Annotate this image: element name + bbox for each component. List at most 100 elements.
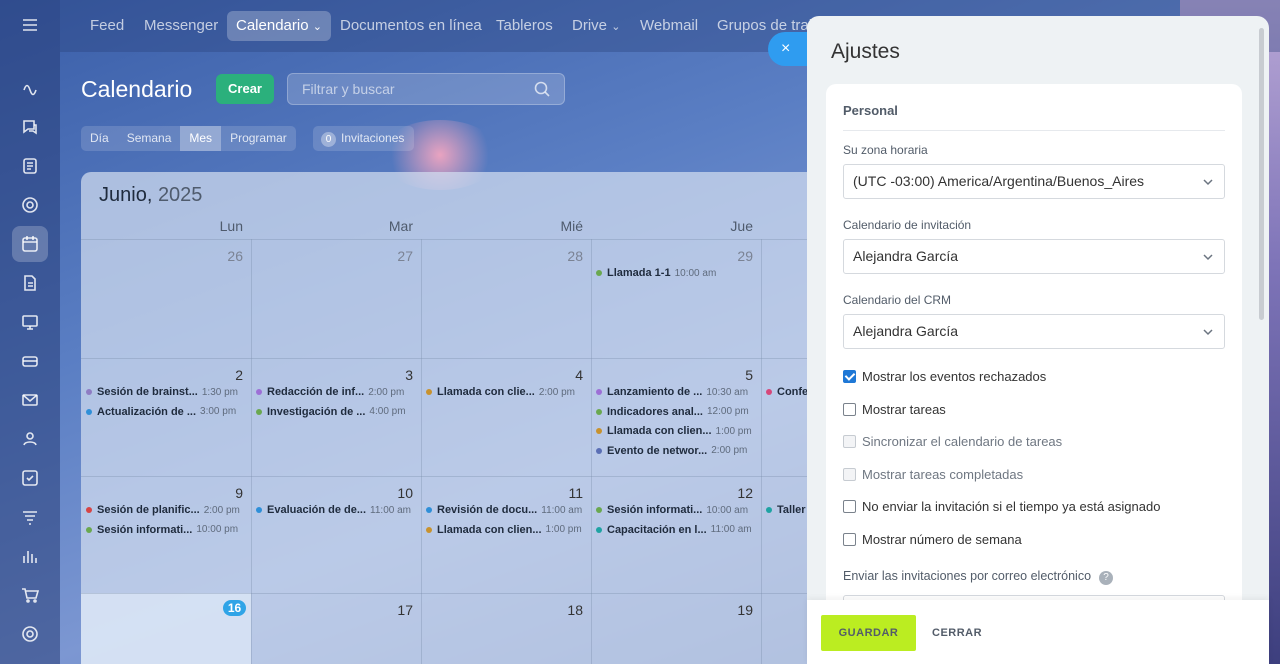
calendar-event[interactable]: Sesión de planific... 2:00 pm — [86, 502, 249, 518]
calendar-date[interactable]: 19 — [723, 602, 753, 618]
timezone-select[interactable]: (UTC -03:00) America/Argentina/Buenos_Ai… — [843, 164, 1225, 199]
settings-card: Personal Su zona horaria (UTC -03:00) Am… — [826, 84, 1242, 624]
event-title: Llamada con clie... — [437, 386, 535, 398]
automation-icon[interactable] — [12, 499, 48, 535]
close-panel-button[interactable]: × — [768, 32, 808, 66]
checkbox[interactable] — [843, 467, 856, 481]
feed-icon[interactable] — [12, 148, 48, 184]
calendar-date[interactable]: 17 — [383, 602, 413, 618]
setting-checkbox-row[interactable]: Sincronizar el calendario de tareas — [843, 434, 1062, 449]
panel-scrollbar[interactable] — [1259, 28, 1264, 320]
checkbox-label: Mostrar número de semana — [862, 531, 1022, 547]
calendar-event[interactable]: Llamada 1-1 10:00 am — [596, 265, 759, 281]
reports-icon[interactable] — [12, 538, 48, 574]
save-button[interactable]: GUARDAR — [821, 615, 916, 651]
calendar-event[interactable]: Capacitación en l... 11:00 am — [596, 522, 759, 538]
event-color-dot — [596, 270, 602, 276]
calendar-date[interactable]: 26 — [213, 248, 243, 264]
event-title: Sesión informati... — [607, 504, 703, 516]
calendar-date[interactable]: 28 — [553, 248, 583, 264]
setting-checkbox-row[interactable]: Mostrar tareas — [843, 402, 946, 417]
calendar-date[interactable]: 5 — [723, 367, 753, 383]
event-title: Indicadores anal... — [607, 405, 703, 418]
invitations-button[interactable]: 0 Invitaciones — [313, 126, 415, 151]
mail-icon[interactable] — [12, 382, 48, 418]
calendar-date[interactable]: 18 — [553, 602, 583, 618]
calendar-event[interactable]: Llamada con clien... 1:00 pm — [426, 522, 589, 538]
setting-checkbox-row[interactable]: Mostrar tareas completadas — [843, 467, 1023, 482]
calendar-event[interactable]: Sesión de brainst... 1:30 pm — [86, 384, 249, 400]
setting-checkbox-row[interactable]: Mostrar número de semana — [843, 532, 1022, 547]
nav-item-drive[interactable]: Drive ⌄ — [563, 11, 629, 41]
settings-icon[interactable] — [12, 616, 48, 652]
tasks-icon[interactable] — [12, 460, 48, 496]
calendar-date[interactable]: 27 — [383, 248, 413, 264]
chat-icon[interactable] — [12, 109, 48, 145]
help-icon[interactable]: ? — [1099, 571, 1114, 585]
tab-mes[interactable]: Mes — [180, 126, 222, 151]
checkbox[interactable] — [843, 402, 856, 416]
cancel-button[interactable]: CERRAR — [932, 615, 982, 651]
shop-icon[interactable] — [12, 577, 48, 613]
projects-icon[interactable] — [12, 187, 48, 223]
calendar-event[interactable]: Sesión informati... 10:00 pm — [86, 522, 249, 538]
nav-item-feed[interactable]: Feed — [81, 11, 133, 41]
calendar-event[interactable]: Investigación de ... 4:00 pm — [256, 404, 419, 420]
calendar-event[interactable]: Evento de networ... 2:00 pm — [596, 443, 759, 459]
nav-item-messenger[interactable]: Messenger — [135, 11, 227, 41]
event-time: 3:00 pm — [200, 406, 237, 417]
chevron-down-icon — [1203, 254, 1213, 261]
calendar-date[interactable]: 4 — [553, 367, 583, 383]
timezone-value: (UTC -03:00) America/Argentina/Buenos_Ai… — [853, 173, 1145, 189]
calendar-event[interactable]: Llamada con clie... 2:00 pm — [426, 384, 589, 400]
create-button[interactable]: Crear — [216, 74, 274, 104]
contacts-icon[interactable] — [12, 421, 48, 457]
nav-item-webmail[interactable]: Webmail — [631, 11, 707, 41]
grid-line — [81, 358, 821, 359]
year: 2025 — [157, 184, 203, 206]
calendar-event[interactable]: Revisión de docu... 11:00 am — [426, 502, 589, 518]
nav-item-tableros[interactable]: Tableros — [487, 11, 562, 41]
tab-programar[interactable]: Programar — [221, 126, 296, 151]
calendar-event[interactable]: Actualización de ... 3:00 pm — [86, 404, 249, 420]
checkbox[interactable] — [843, 500, 856, 513]
search-icon[interactable] — [533, 80, 551, 98]
drive-icon[interactable] — [12, 343, 48, 379]
nav-item-documentos[interactable]: Documentos en línea — [331, 11, 491, 41]
checkbox[interactable] — [843, 370, 856, 383]
calendar-event[interactable]: Sesión informati... 10:00 am — [596, 502, 759, 518]
search-input[interactable]: Filtrar y buscar — [287, 73, 565, 105]
event-color-dot — [596, 447, 602, 454]
activity-icon[interactable] — [12, 70, 48, 106]
calendar-event[interactable]: Evaluación de de... 11:00 am — [256, 502, 419, 518]
calendar-event[interactable]: Llamada con clien... 1:00 pm — [596, 423, 759, 439]
calendar-icon[interactable] — [12, 226, 48, 262]
grid-line — [591, 239, 592, 664]
board-icon[interactable] — [12, 304, 48, 340]
checkbox[interactable] — [843, 532, 856, 546]
menu-icon[interactable] — [12, 7, 48, 43]
setting-checkbox-row[interactable]: No enviar la invitación si el tiempo ya … — [843, 499, 1160, 514]
event-color-dot — [596, 389, 602, 395]
crm-calendar-select[interactable]: Alejandra García — [843, 314, 1225, 349]
month-name: Junio, — [99, 184, 153, 206]
calendar-event[interactable]: Redacción de inf... 2:00 pm — [256, 384, 419, 400]
checkbox[interactable] — [843, 435, 856, 448]
today-date-badge[interactable]: 16 — [223, 600, 246, 616]
calendar-date[interactable]: 12 — [723, 485, 753, 501]
setting-checkbox-row[interactable]: Mostrar los eventos rechazados — [843, 369, 1046, 384]
documents-icon[interactable] — [12, 265, 48, 301]
tab-dia[interactable]: Día — [81, 126, 118, 151]
calendar-date[interactable]: 29 — [723, 248, 753, 264]
calendar-event[interactable]: Lanzamiento de ... 10:30 am — [596, 384, 759, 400]
tab-semana[interactable]: Semana — [118, 126, 181, 151]
calendar-date[interactable]: 9 — [213, 485, 243, 501]
calendar-date[interactable]: 10 — [383, 485, 413, 501]
calendar-event[interactable]: Indicadores anal... 12:00 pm — [596, 404, 759, 420]
calendar-date[interactable]: 3 — [383, 367, 413, 383]
nav-item-calendario[interactable]: Calendario ⌄ — [227, 11, 331, 41]
calendar-date[interactable]: 11 — [553, 485, 583, 501]
calendar-date[interactable]: 2 — [213, 367, 243, 383]
grid-line — [251, 239, 252, 664]
invite-calendar-select[interactable]: Alejandra García — [843, 239, 1225, 274]
